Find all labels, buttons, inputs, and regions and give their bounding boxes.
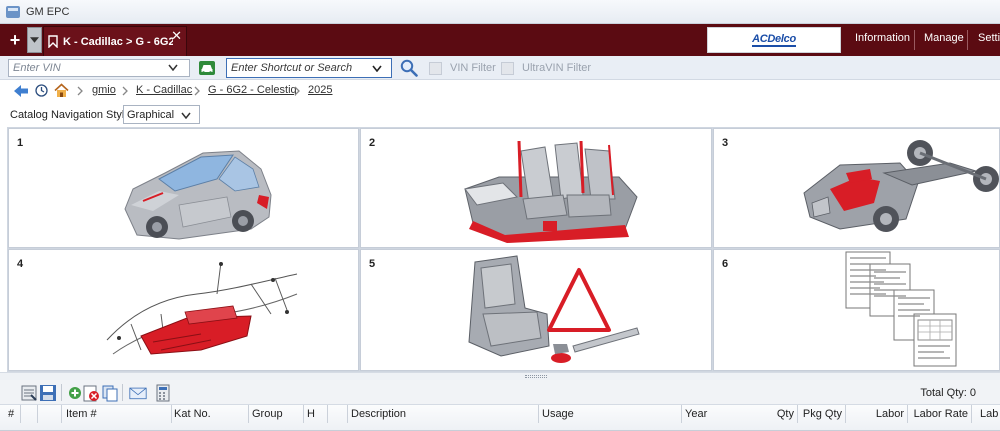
catalog-nav-style-label: Catalog Navigation Style: bbox=[10, 109, 134, 121]
ultravin-filter-checkbox[interactable] bbox=[501, 62, 514, 75]
menu-divider bbox=[967, 30, 968, 50]
column-header-blank[interactable] bbox=[21, 405, 38, 423]
brand-logo-box: ACDelco bbox=[707, 27, 841, 53]
vehicle-icon[interactable] bbox=[198, 60, 216, 76]
menu-settings[interactable]: Setti bbox=[978, 32, 1000, 44]
tile-number: 3 bbox=[722, 137, 729, 149]
breadcrumb: gmio K - Cadillac G - 6G2 - Celestiq 202… bbox=[0, 80, 1000, 102]
column-header-blank[interactable] bbox=[38, 405, 62, 423]
chevron-right-icon bbox=[77, 86, 83, 96]
tab-catalog[interactable]: K - Cadillac > G - 6G2 - ... ✕ bbox=[43, 26, 187, 56]
chevron-right-icon bbox=[122, 86, 128, 96]
tab-list-dropdown[interactable] bbox=[27, 27, 42, 53]
brand-logo: ACDelco bbox=[752, 33, 796, 47]
chevron-right-icon bbox=[294, 86, 300, 96]
chevron-down-icon bbox=[371, 65, 382, 72]
tile-number: 4 bbox=[17, 258, 24, 270]
column-header-h[interactable]: H bbox=[304, 405, 328, 423]
window-title: GM EPC bbox=[26, 5, 70, 18]
vin-filter-checkbox[interactable] bbox=[429, 62, 442, 75]
toolbar-divider bbox=[122, 384, 123, 401]
catalog-tile-grid: 1 2 3 4 5 6 bbox=[7, 127, 1000, 372]
delete-document-icon[interactable] bbox=[82, 384, 100, 402]
app-icon bbox=[6, 5, 20, 18]
seats-interior-illustration-icon bbox=[464, 140, 638, 243]
chassis-drivetrain-illustration-icon bbox=[803, 140, 999, 232]
copy-icon[interactable] bbox=[101, 384, 119, 402]
tab-bar: + K - Cadillac > G - 6G2 - ... ✕ ACDelco… bbox=[0, 24, 1000, 56]
catalog-nav-style-select[interactable]: Graphical bbox=[123, 105, 200, 124]
tile-number: 2 bbox=[369, 137, 376, 149]
catalog-tile-3[interactable]: 3 bbox=[713, 128, 1000, 248]
breadcrumb-item-year[interactable]: 2025 bbox=[308, 84, 332, 96]
total-qty: Total Qty: 0 bbox=[920, 387, 976, 399]
catalog-tile-4[interactable]: 4 bbox=[8, 249, 359, 371]
bookmark-icon bbox=[48, 35, 58, 48]
email-icon[interactable] bbox=[129, 384, 147, 402]
shortcut-search-input[interactable] bbox=[226, 58, 366, 78]
tile-number: 1 bbox=[17, 137, 24, 149]
tile-number: 6 bbox=[722, 258, 729, 270]
vin-filter-label: VIN Filter bbox=[450, 62, 496, 74]
home-icon[interactable] bbox=[54, 83, 69, 98]
ultravin-filter-label: UltraVIN Filter bbox=[522, 62, 592, 74]
column-header-kat-no[interactable]: Kat No. bbox=[172, 405, 249, 423]
chevron-down-icon bbox=[30, 37, 39, 43]
menu-manage[interactable]: Manage bbox=[924, 32, 964, 44]
tab-label: K - Cadillac > G - 6G2 - ... bbox=[63, 35, 173, 48]
close-icon[interactable]: ✕ bbox=[171, 28, 182, 44]
column-header-description[interactable]: Description bbox=[348, 405, 539, 423]
history-icon[interactable] bbox=[35, 84, 48, 97]
catalog-tile-6[interactable]: 6 bbox=[713, 249, 1000, 371]
splitter-grip[interactable] bbox=[525, 375, 547, 378]
column-header-pkg-qty[interactable]: Pkg Qty bbox=[798, 405, 846, 423]
print-list-icon[interactable] bbox=[20, 384, 38, 402]
menu-divider bbox=[914, 30, 915, 50]
catalog-nav-style-value: Graphical bbox=[127, 109, 175, 121]
column-header-blank[interactable] bbox=[328, 405, 348, 423]
documents-labels-illustration-icon bbox=[845, 251, 957, 367]
search-icon[interactable] bbox=[400, 59, 418, 77]
column-header-labor-rate[interactable]: Labor Rate bbox=[908, 405, 972, 423]
parts-toolbar: Total Qty: 0 bbox=[0, 380, 1000, 405]
vehicle-body-illustration-icon bbox=[124, 150, 272, 240]
catalog-tile-2[interactable]: 2 bbox=[360, 128, 712, 248]
vin-input[interactable] bbox=[8, 59, 190, 77]
wiring-harness-illustration-icon bbox=[106, 261, 298, 355]
pane-splitter[interactable] bbox=[0, 372, 1000, 380]
catalog-tile-5[interactable]: 5 bbox=[360, 249, 712, 371]
new-tab-button[interactable]: + bbox=[4, 28, 26, 52]
seat-frame-warning-triangle-illustration-icon bbox=[468, 255, 640, 363]
chevron-down-icon bbox=[181, 112, 191, 119]
back-arrow-icon[interactable] bbox=[14, 85, 28, 97]
chevron-down-icon[interactable] bbox=[168, 64, 178, 71]
catalog-nav-style-bar: Catalog Navigation Style: Graphical bbox=[0, 103, 1000, 127]
save-icon[interactable] bbox=[39, 384, 57, 402]
column-header-item-number[interactable]: Item # bbox=[62, 405, 172, 423]
column-header-usage[interactable]: Usage bbox=[539, 405, 682, 423]
shortcut-search-dropdown[interactable] bbox=[362, 58, 392, 78]
parts-table-header: # Item # Kat No. Group H Description Usa… bbox=[0, 405, 1000, 431]
catalog-tile-1[interactable]: 1 bbox=[8, 128, 359, 248]
calculator-icon[interactable] bbox=[154, 384, 172, 402]
window-title-bar: GM EPC bbox=[0, 0, 1000, 24]
toolbar-divider bbox=[61, 384, 62, 401]
column-header-number[interactable]: # bbox=[0, 405, 21, 423]
breadcrumb-item-model[interactable]: G - 6G2 - Celestiq bbox=[208, 84, 297, 96]
column-header-group[interactable]: Group bbox=[249, 405, 304, 423]
column-header-labor[interactable]: Labor bbox=[846, 405, 908, 423]
tile-number: 5 bbox=[369, 258, 376, 270]
breadcrumb-item-make[interactable]: K - Cadillac bbox=[136, 84, 192, 96]
column-header-labor-extra[interactable]: Lab bbox=[972, 405, 1000, 423]
breadcrumb-item-gmio[interactable]: gmio bbox=[92, 84, 116, 96]
search-toolbar: VIN Filter UltraVIN Filter bbox=[0, 56, 1000, 80]
chevron-right-icon bbox=[194, 86, 200, 96]
column-header-qty[interactable]: Qty bbox=[760, 405, 798, 423]
menu-information[interactable]: Information bbox=[855, 32, 910, 44]
